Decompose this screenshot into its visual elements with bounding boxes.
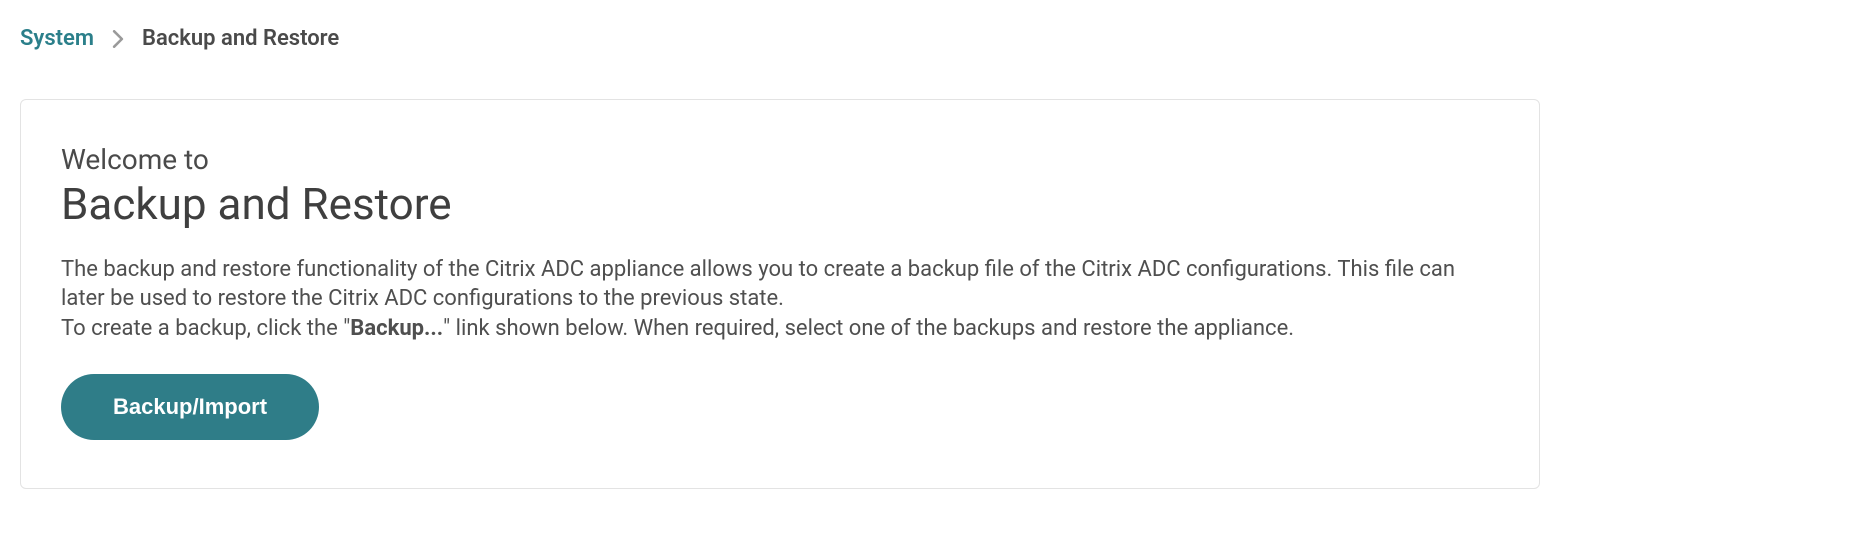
welcome-panel: Welcome to Backup and Restore The backup… <box>20 99 1540 489</box>
chevron-right-icon <box>112 30 124 48</box>
description-line2-bold: Backup... <box>350 316 443 341</box>
description-line1: The backup and restore functionality of … <box>61 257 1455 312</box>
welcome-prefix: Welcome to <box>61 142 1499 178</box>
description-line2-after: " link shown below. When required, selec… <box>443 316 1294 341</box>
backup-import-button[interactable]: Backup/Import <box>61 374 319 440</box>
breadcrumb: System Backup and Restore <box>20 26 1842 51</box>
breadcrumb-current: Backup and Restore <box>142 26 339 51</box>
description-text: The backup and restore functionality of … <box>61 255 1499 344</box>
breadcrumb-system-link[interactable]: System <box>20 26 94 51</box>
page-title: Backup and Restore <box>61 180 1499 228</box>
description-line2-before: To create a backup, click the " <box>61 316 350 341</box>
